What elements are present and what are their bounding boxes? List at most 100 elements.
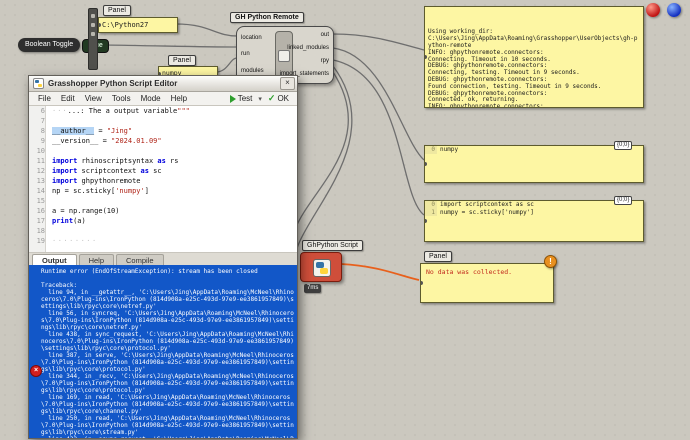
test-button[interactable]: Test bbox=[226, 94, 257, 103]
ok-button[interactable]: ✓ OK bbox=[264, 93, 293, 104]
menu-item[interactable]: Edit bbox=[56, 94, 80, 103]
line-number: 18 bbox=[36, 227, 45, 235]
code-line[interactable]: 18 bbox=[29, 226, 297, 236]
menu-item[interactable]: Mode bbox=[136, 94, 166, 103]
code-text: a = np.range(10) bbox=[52, 207, 120, 215]
boolean-toggle[interactable]: Boolean Toggle bbox=[18, 38, 81, 52]
output-param[interactable]: linked_modules bbox=[280, 45, 329, 52]
output-param[interactable]: out bbox=[280, 32, 329, 39]
panel-row: 0 numpy bbox=[425, 146, 643, 154]
code-line[interactable]: 9 __version__ = "2024.01.09" bbox=[29, 136, 297, 146]
line-number: 6 bbox=[40, 107, 45, 115]
wire[interactable] bbox=[175, 23, 238, 37]
panel-tag[interactable]: Panel bbox=[168, 55, 196, 66]
output-console[interactable]: × Runtime error (EndOfStreamException): … bbox=[29, 265, 297, 438]
menu-item[interactable]: File bbox=[33, 94, 56, 103]
menus: File Edit View Tools Mode Help bbox=[33, 94, 192, 103]
panel-row: 1 numpy = sc.sticky['numpy'] bbox=[425, 208, 643, 216]
log-panel[interactable]: Using working_dir: C:\Users\Jing\AppData\… bbox=[424, 6, 644, 108]
line-number: 13 bbox=[36, 177, 45, 185]
sticky-panel[interactable]: 0 import scriptcontext as sc 1 numpy = s… bbox=[424, 200, 644, 242]
input-params: location run modules bbox=[241, 30, 264, 80]
blue-sphere-icon[interactable] bbox=[667, 3, 681, 17]
code-line[interactable]: 10 bbox=[29, 146, 297, 156]
ghpython-remote-tag: GH Python Remote bbox=[230, 12, 304, 23]
wire[interactable] bbox=[105, 44, 238, 48]
line-number: 12 bbox=[36, 167, 45, 175]
output-param[interactable]: rpy bbox=[280, 58, 329, 65]
wire[interactable] bbox=[291, 71, 349, 259]
code-text: import rhinoscriptsyntax as rs bbox=[52, 157, 179, 165]
warning-balloon[interactable]: ! bbox=[544, 255, 557, 268]
panel-rows: 0 import scriptcontext as sc 1 numpy = s… bbox=[425, 201, 643, 216]
wire[interactable] bbox=[332, 47, 425, 161]
code-line[interactable]: 11 import rhinoscriptsyntax as rs bbox=[29, 156, 297, 166]
log-line: C:\Users\Jing\AppData\Roaming\Grasshoppe… bbox=[428, 35, 638, 49]
console-line: Traceback: bbox=[41, 282, 78, 289]
console-line: line 169, in read, 'C:\Users\Jing\AppDat… bbox=[41, 394, 294, 415]
code-line[interactable]: 17 print(a) bbox=[29, 216, 297, 226]
console-line: line 433, in _async_request, 'C:\Users\J… bbox=[41, 436, 294, 438]
code-text: __version__ = "2024.01.09" bbox=[52, 137, 162, 145]
numpy-panel[interactable]: 0 numpy bbox=[424, 145, 644, 183]
wire[interactable] bbox=[294, 65, 353, 267]
chevron-down-icon[interactable]: ▾ bbox=[256, 95, 264, 103]
panel-row: 0 import scriptcontext as sc bbox=[425, 201, 643, 209]
line-number: 15 bbox=[36, 197, 45, 205]
console-line: Runtime error (EndOfStreamException): st… bbox=[41, 268, 258, 275]
console-line: line 387, in serve, 'C:\Users\Jing\AppDa… bbox=[41, 352, 294, 373]
input-param[interactable]: run bbox=[241, 51, 264, 58]
row-number: 1 bbox=[425, 208, 437, 216]
menu-item[interactable]: View bbox=[80, 94, 107, 103]
code-text: print(a) bbox=[52, 217, 86, 225]
wire[interactable] bbox=[332, 33, 425, 51]
error-wire[interactable] bbox=[340, 263, 420, 281]
code-line[interactable]: 15 bbox=[29, 196, 297, 206]
python-icon bbox=[33, 78, 44, 89]
row-number: 0 bbox=[425, 201, 437, 209]
python-icon bbox=[313, 259, 331, 277]
code-line[interactable]: 6 ···...: The a output variable""" bbox=[29, 106, 297, 116]
profiler-time: 7ms bbox=[304, 284, 322, 293]
code-line[interactable]: 7 bbox=[29, 116, 297, 126]
red-sphere-icon[interactable] bbox=[646, 3, 660, 17]
log-line: INFO: ghpythonremote.connectors: bbox=[428, 103, 544, 108]
path-panel[interactable]: C:\Python27 bbox=[98, 17, 178, 33]
title-bar[interactable]: Grasshopper Python Script Editor × bbox=[29, 76, 297, 92]
code-editor[interactable]: 6 ···...: The a output variable""" 7 8 _… bbox=[29, 106, 297, 253]
row-value: import scriptcontext as sc bbox=[440, 201, 534, 208]
nodata-panel[interactable]: No data was collected. bbox=[420, 263, 554, 303]
vertical-widget[interactable] bbox=[88, 8, 98, 70]
code-text: ········ bbox=[52, 237, 98, 245]
code-line[interactable]: 16 a = np.range(10) bbox=[29, 206, 297, 216]
row-number: 0 bbox=[425, 146, 437, 154]
menu-item[interactable]: Help bbox=[166, 94, 192, 103]
code-line[interactable]: 13 import ghpythonremote bbox=[29, 176, 297, 186]
error-icon: × bbox=[30, 365, 42, 377]
ghpython-script-component[interactable] bbox=[300, 252, 342, 282]
window-title: Grasshopper Python Script Editor bbox=[48, 79, 178, 88]
wire[interactable] bbox=[215, 57, 238, 73]
line-number: 11 bbox=[36, 157, 45, 165]
wire[interactable] bbox=[332, 59, 425, 216]
check-icon: ✓ bbox=[267, 93, 276, 103]
code-line[interactable]: 12 import scriptcontext as sc bbox=[29, 166, 297, 176]
code-line[interactable]: 8 __author__ = "Jing" bbox=[29, 126, 297, 136]
code-line[interactable]: 19 ········ bbox=[29, 236, 297, 246]
panel-tag[interactable]: Panel bbox=[103, 5, 131, 16]
python-script-editor-window[interactable]: Grasshopper Python Script Editor × File E… bbox=[28, 75, 298, 439]
code-text: import ghpythonremote bbox=[52, 177, 141, 185]
panel-tag[interactable]: Panel bbox=[424, 251, 452, 262]
log-lines: Using working_dir: C:\Users\Jing\AppData\… bbox=[425, 7, 643, 108]
line-number: 7 bbox=[40, 117, 45, 125]
line-number: 10 bbox=[36, 147, 45, 155]
play-icon bbox=[229, 94, 236, 103]
line-number: 16 bbox=[36, 207, 45, 215]
code-line[interactable]: 14 np = sc.sticky['numpy'] bbox=[29, 186, 297, 196]
input-param[interactable]: location bbox=[241, 35, 264, 42]
menu-item[interactable]: Tools bbox=[107, 94, 136, 103]
close-button[interactable]: × bbox=[280, 77, 295, 90]
